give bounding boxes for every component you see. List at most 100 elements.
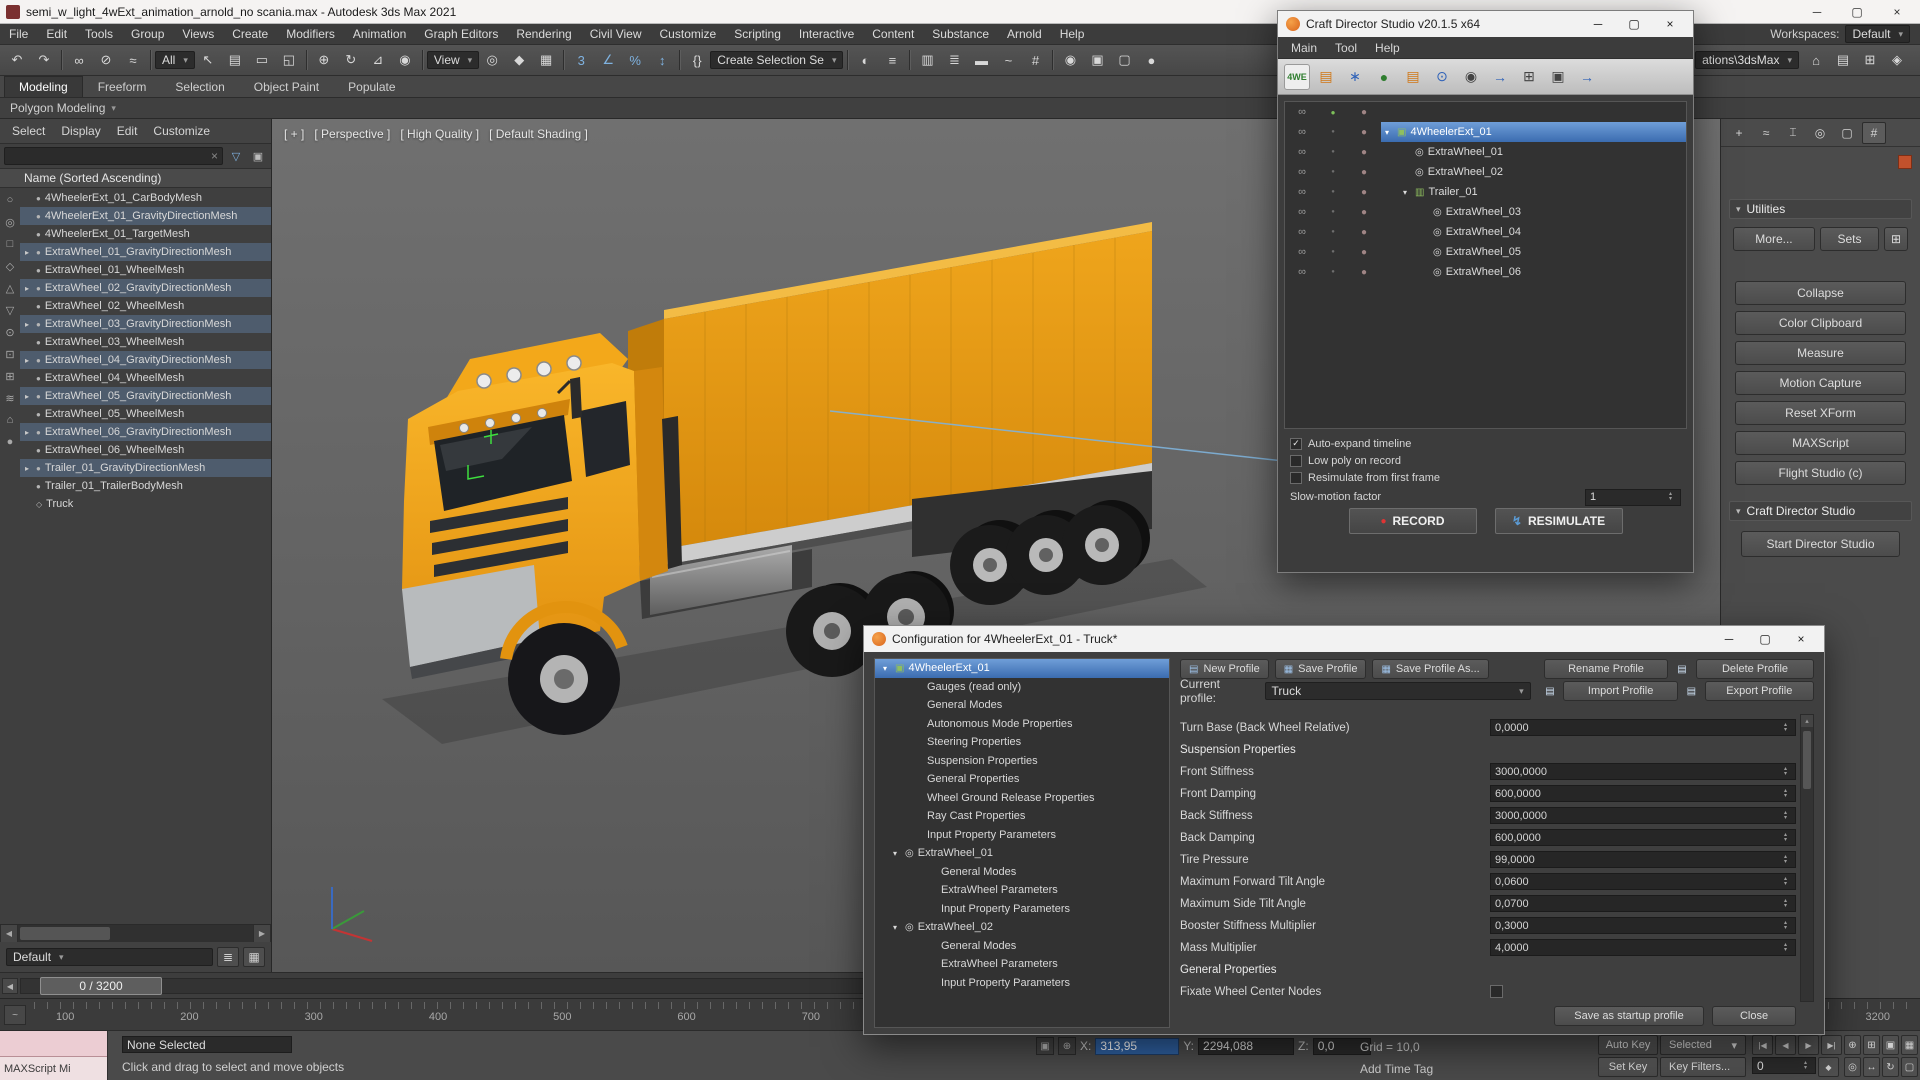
expand-arrow-icon[interactable]: ▸ [22, 320, 32, 329]
scene-object-row[interactable]: ● 4WheelerExt_01_TargetMesh [20, 225, 271, 243]
property-value-field[interactable]: 0,3000 ▴▾ [1490, 917, 1796, 934]
viewport-label-item[interactable]: [ High Quality ] [400, 127, 479, 141]
save-profile-as-button[interactable]: ▦Save Profile As... [1372, 659, 1488, 679]
toggle-layer-explorer-icon[interactable]: ≣ [941, 48, 967, 72]
config-tree-row[interactable]: General Properties [875, 770, 1169, 789]
polygon-modeling-tab[interactable]: Polygon Modeling [10, 101, 105, 115]
mirror-icon[interactable]: ◐ [852, 48, 878, 72]
config-tree-row[interactable]: ExtraWheel Parameters [875, 955, 1169, 974]
menu-item[interactable]: Edit [37, 24, 76, 44]
viewport-label-item[interactable]: [ + ] [284, 127, 304, 141]
unlink-icon[interactable]: ⊘ [93, 48, 119, 72]
craft-tree-row[interactable]: ∞ ● ● ◎ ExtraWheel_01 [1285, 142, 1686, 162]
new-profile-button[interactable]: ▤New Profile [1180, 659, 1269, 679]
expand-arrow-icon[interactable]: ▸ [22, 284, 32, 293]
time-slider-handle[interactable]: 0 / 3200 [40, 977, 162, 995]
delete-profile-button[interactable]: Delete Profile [1696, 659, 1814, 679]
scene-object-row[interactable]: ● ExtraWheel_01_WheelMesh [20, 261, 271, 279]
render-production-icon[interactable]: ● [1138, 48, 1164, 72]
craft-tree-row[interactable]: ∞ ● ● [1285, 102, 1686, 122]
link-icon[interactable]: ∞ [1285, 266, 1319, 278]
expand-arrow-icon[interactable]: ▾ [1381, 128, 1393, 137]
property-value-field[interactable]: 4,0000 ▴▾ [1490, 939, 1796, 956]
named-selection-dropdown[interactable]: Create Selection Se▾ [710, 51, 843, 69]
config-titlebar[interactable]: Configuration for 4WheelerExt_01 - Truck… [864, 626, 1824, 652]
close-button[interactable]: × [1655, 13, 1685, 35]
select-manipulate-icon[interactable]: ◆ [506, 48, 532, 72]
checkbox[interactable]: ✓ [1290, 438, 1302, 450]
property-checkbox[interactable] [1490, 985, 1503, 998]
explorer-menu-item[interactable]: Display [53, 124, 108, 138]
find-instance-icon[interactable]: ◉ [1458, 64, 1484, 90]
redo-icon[interactable]: ↷ [31, 48, 57, 72]
config-tree-row[interactable]: ▾ ▣ 4WheelerExt_01 [875, 659, 1169, 678]
config-tree-row[interactable]: General Modes [875, 863, 1169, 882]
material-ball-icon[interactable]: ● [1347, 247, 1381, 258]
craft-menu-item[interactable]: Help [1366, 41, 1409, 55]
link-icon[interactable]: ∞ [66, 48, 92, 72]
rendered-frame-icon[interactable]: ▢ [1111, 48, 1137, 72]
reference-coordinate-dropdown[interactable]: View▾ [427, 51, 479, 69]
explorer-menu-item[interactable]: Edit [109, 124, 146, 138]
scene-object-row[interactable]: ● 4WheelerExt_01_GravityDirectionMesh [20, 207, 271, 225]
key-filters-button[interactable]: Key Filters... [1660, 1057, 1746, 1077]
menu-item[interactable]: Civil View [581, 24, 651, 44]
material-editor-icon[interactable]: ◉ [1057, 48, 1083, 72]
craft-tree-row[interactable]: ∞ ● ● ▾ ▥ Trailer_01 [1285, 182, 1686, 202]
state-dot-icon[interactable]: ● [1319, 229, 1347, 235]
material-ball-icon[interactable]: ● [1347, 147, 1381, 158]
orbit-icon[interactable]: ↻ [1882, 1057, 1899, 1077]
filter-cameras-icon[interactable]: ◇ [1, 255, 19, 277]
menu-item[interactable]: Modifiers [277, 24, 344, 44]
config-tree-row[interactable]: General Modes [875, 937, 1169, 956]
new-scene-icon[interactable]: ⊞ [1857, 48, 1883, 72]
scrollbar-thumb[interactable] [20, 927, 110, 940]
apply-arrow-icon[interactable]: → [1487, 64, 1513, 90]
more-utilities-button[interactable]: More... [1733, 227, 1815, 251]
render-setup-icon[interactable]: ▣ [1084, 48, 1110, 72]
craft-rollout-header[interactable]: ▾ Craft Director Studio [1729, 501, 1912, 521]
craft-tree-row[interactable]: ∞ ● ● ▾ ▣ 4WheelerExt_01 [1285, 122, 1686, 142]
state-dot-icon[interactable]: ● [1319, 269, 1347, 275]
craft-menu-item[interactable]: Tool [1326, 41, 1366, 55]
link-icon[interactable]: ∞ [1285, 146, 1319, 158]
lock-icon[interactable]: ▣ [249, 147, 267, 165]
project-folder-icon[interactable]: ▤ [1830, 48, 1856, 72]
config-tree-row[interactable]: Wheel Ground Release Properties [875, 789, 1169, 808]
viewport-label-item[interactable]: [ Default Shading ] [489, 127, 588, 141]
config-tree-row[interactable]: Steering Properties [875, 733, 1169, 752]
config-tree-row[interactable]: Gauges (read only) [875, 678, 1169, 697]
property-value-field[interactable]: 600,0000 ▴▾ [1490, 785, 1796, 802]
config-tree-row[interactable]: ▾ ◎ ExtraWheel_02 [875, 918, 1169, 937]
filter-funnel-icon[interactable]: ▽ [227, 147, 245, 165]
config-tree-row[interactable]: Input Property Parameters [875, 974, 1169, 993]
clear-search-icon[interactable]: × [211, 149, 218, 163]
state-dot-icon[interactable]: ● [1319, 169, 1347, 175]
scroll-left-icon[interactable]: ◀ [0, 925, 18, 942]
menu-item[interactable]: Interactive [790, 24, 863, 44]
tab-display-icon[interactable]: ▢ [1835, 122, 1859, 144]
open-scene-icon[interactable]: ▤ [1313, 64, 1339, 90]
ribbon-tab[interactable]: Populate [334, 77, 409, 97]
scroll-right-icon[interactable]: ▶ [253, 925, 271, 942]
align-icon[interactable]: ≡ [879, 48, 905, 72]
schematic-view-icon[interactable]: # [1022, 48, 1048, 72]
filter-groups-icon[interactable]: ⊙ [1, 321, 19, 343]
keyboard-override-icon[interactable]: ▦ [533, 48, 559, 72]
menu-item[interactable]: File [0, 24, 37, 44]
config-tree-row[interactable]: Ray Cast Properties [875, 807, 1169, 826]
use-pivot-center-icon[interactable]: ◎ [479, 48, 505, 72]
menu-item[interactable]: Customize [651, 24, 726, 44]
window-crossing-icon[interactable]: ◱ [276, 48, 302, 72]
undo-icon[interactable]: ↶ [4, 48, 30, 72]
slow-motion-field[interactable]: 1 ▴▾ [1585, 489, 1681, 506]
ribbon-tab[interactable]: Object Paint [240, 77, 333, 97]
utility-button[interactable]: Color Clipboard [1735, 311, 1906, 335]
select-scale-icon[interactable]: ⊿ [365, 48, 391, 72]
scene-object-row[interactable]: ● ExtraWheel_04_WheelMesh [20, 369, 271, 387]
expand-arrow-icon[interactable]: ▾ [889, 849, 901, 858]
explorer-menu-item[interactable]: Select [4, 124, 53, 138]
menu-item[interactable]: Rendering [507, 24, 580, 44]
state-dot-icon[interactable]: ● [1319, 129, 1347, 135]
layer-manager-icon[interactable]: ≣ [217, 947, 239, 967]
